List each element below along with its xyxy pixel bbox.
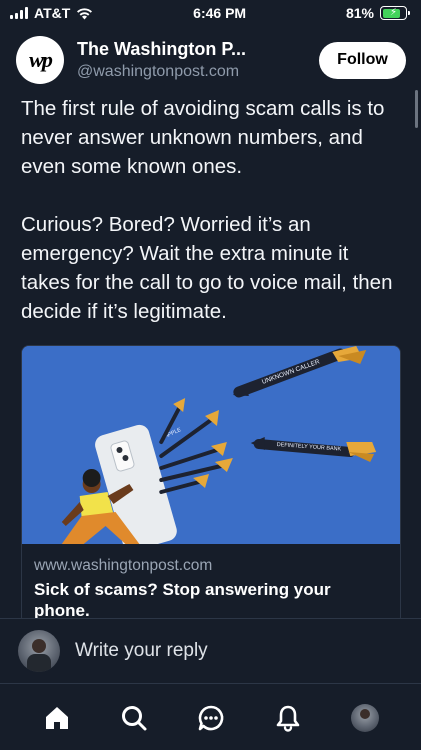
link-title: Sick of scams? Stop answering your phone… <box>34 580 331 620</box>
status-right: 81% ⚡ <box>345 5 410 21</box>
follow-button[interactable]: Follow <box>319 41 406 79</box>
nav-search[interactable] <box>109 693 159 743</box>
reply-bar[interactable]: Write your reply <box>0 618 421 684</box>
author-name[interactable]: The Washington P... <box>77 39 319 60</box>
nav-notifications[interactable] <box>263 693 313 743</box>
carrier-label: AT&T <box>34 5 71 21</box>
author-info[interactable]: The Washington P... @washingtonpost.com <box>77 39 319 81</box>
scrollbar[interactable] <box>415 90 418 128</box>
post-paragraph: The first rule of avoiding scam calls is… <box>21 97 385 178</box>
post-body: The first rule of avoiding scam calls is… <box>21 94 401 326</box>
link-preview-card[interactable]: UNKNOWN CALLER DEFINITELY YOUR BANK APPL… <box>21 345 401 625</box>
profile-avatar <box>350 703 379 732</box>
author-handle: @washingtonpost.com <box>77 63 240 80</box>
wifi-icon <box>77 7 93 19</box>
post-header: wp The Washington P... @washingtonpost.c… <box>16 34 406 86</box>
nav-home[interactable] <box>32 693 82 743</box>
bell-icon <box>276 705 299 732</box>
chat-icon <box>198 705 223 730</box>
post-paragraph: Curious? Bored? Worried it’s an emergenc… <box>21 213 393 323</box>
user-avatar <box>18 630 60 672</box>
clock: 6:46 PM <box>193 5 247 21</box>
reply-input[interactable]: Write your reply <box>75 640 208 662</box>
signal-icon <box>10 7 28 19</box>
status-left: AT&T <box>10 5 93 21</box>
nav-profile[interactable] <box>340 693 390 743</box>
battery-percent: 81% <box>345 5 374 21</box>
nav-chat[interactable] <box>186 693 236 743</box>
charging-bolt-icon: ⚡ <box>389 7 398 18</box>
link-domain: www.washingtonpost.com <box>34 557 213 574</box>
bottom-nav <box>0 685 421 750</box>
home-icon <box>45 706 68 729</box>
status-bar: AT&T 6:46 PM 81% ⚡ <box>0 0 421 26</box>
article-image: UNKNOWN CALLER DEFINITELY YOUR BANK APPL… <box>22 346 400 544</box>
author-logo[interactable]: wp <box>16 36 64 84</box>
search-icon <box>121 705 146 730</box>
battery-icon: ⚡ <box>380 6 410 20</box>
